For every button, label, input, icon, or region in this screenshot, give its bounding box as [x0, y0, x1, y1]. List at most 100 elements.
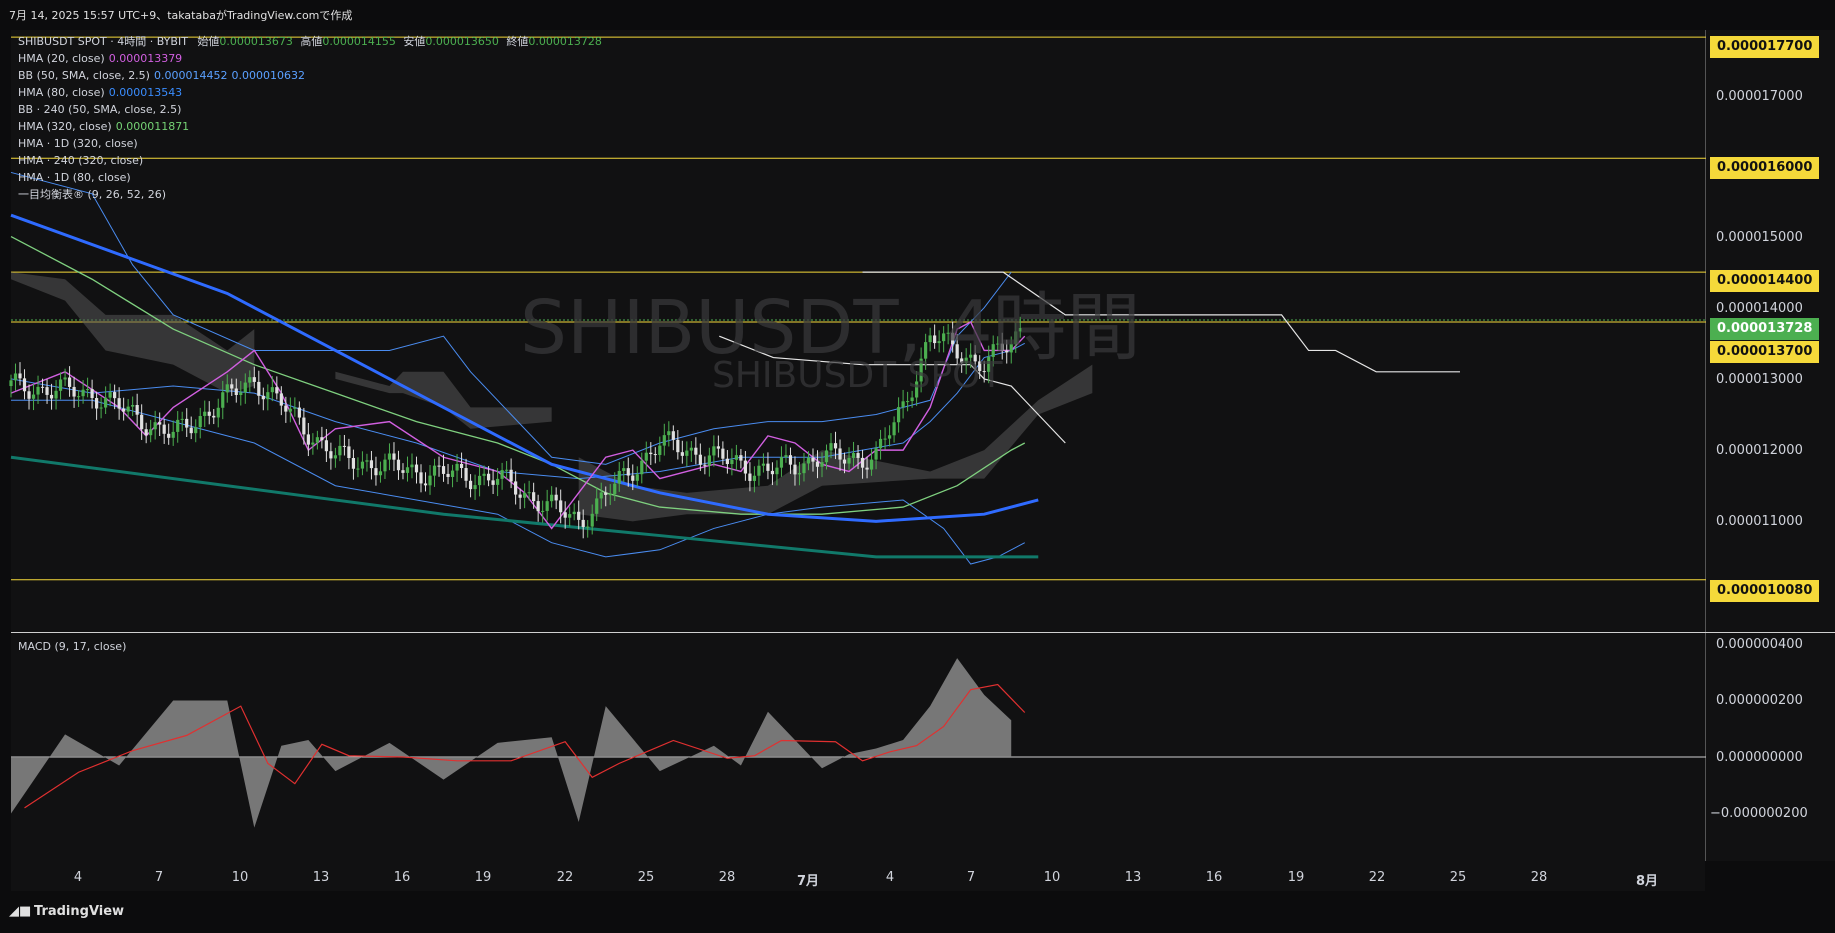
candle-body: [730, 459, 734, 465]
legend-indicator[interactable]: HMA · 1D (320, close): [18, 135, 602, 152]
candle-body: [351, 458, 356, 469]
candle-body: [405, 467, 410, 473]
indicator-name: HMA (80, close): [18, 86, 105, 99]
footer-brand[interactable]: TradingView: [34, 904, 124, 919]
candle-body: [806, 457, 811, 464]
current-price-label[interactable]: 0.000013728: [1710, 318, 1820, 340]
candle-body: [644, 452, 648, 461]
price-level-label[interactable]: 0.000013700: [1710, 341, 1820, 363]
candle-body: [856, 453, 860, 458]
legend-indicator[interactable]: HMA (320, close) 0.000011871: [18, 118, 602, 135]
price-level-label[interactable]: 0.000017700: [1710, 36, 1820, 58]
candle-body: [725, 458, 729, 465]
candle-body: [604, 492, 608, 495]
candle-body: [67, 377, 72, 387]
legend-indicator[interactable]: HMA · 240 (320, close): [18, 152, 602, 169]
time-tick: 25: [1449, 870, 1467, 885]
candle-body: [523, 492, 527, 498]
candle-body: [329, 451, 333, 459]
candle-body: [820, 462, 824, 467]
tradingview-logo-icon[interactable]: ◢■: [9, 904, 31, 919]
candle-body: [297, 407, 301, 418]
price-level-label[interactable]: 0.000010080: [1710, 580, 1820, 602]
indicator-name: HMA · 240 (320, close): [18, 154, 144, 167]
legend-indicator[interactable]: HMA (20, close) 0.000013379: [18, 50, 602, 67]
time-tick: 28: [718, 870, 736, 885]
watermark-sub: SHIBUSDT SPOT: [712, 355, 1003, 396]
candle-body: [99, 407, 103, 409]
candle-body: [752, 475, 757, 481]
time-tick: 19: [474, 870, 492, 885]
candle-body: [315, 437, 319, 443]
indicator-name: HMA · 1D (320, close): [18, 137, 138, 150]
candle-body: [288, 408, 292, 412]
price-level-label[interactable]: 0.000016000: [1710, 157, 1820, 179]
candle-body: [401, 470, 405, 473]
candle-body: [171, 431, 175, 438]
candle-body: [901, 401, 905, 408]
candle-body: [635, 474, 639, 481]
candle-body: [239, 392, 243, 395]
candle-body: [829, 443, 833, 451]
candle-body: [230, 384, 234, 389]
candle-body: [869, 459, 874, 470]
pane-separator[interactable]: [11, 632, 1835, 633]
legend-indicator[interactable]: HMA (80, close) 0.000013543: [18, 84, 602, 101]
candle-body: [306, 434, 310, 445]
candle-body: [685, 450, 689, 456]
candle-body: [207, 411, 211, 416]
candle-body: [712, 446, 716, 456]
candle-body: [383, 459, 387, 472]
legend-indicator[interactable]: HMA · 1D (80, close): [18, 169, 602, 186]
legend-indicator[interactable]: BB (50, SMA, close, 2.5) 0.000014452 0.000…: [18, 67, 602, 84]
candle-body: [505, 469, 509, 471]
candle-body: [626, 468, 630, 476]
candle-body: [108, 392, 112, 398]
macd-tick: 0.000000400: [1716, 637, 1803, 652]
time-tick: 13: [312, 870, 330, 885]
candle-body: [450, 470, 455, 477]
candle-body: [162, 424, 166, 434]
candle-body: [572, 511, 576, 515]
candle-body: [667, 431, 671, 436]
candle-body: [631, 475, 635, 481]
time-tick: 22: [1368, 870, 1386, 885]
legend-indicator[interactable]: BB · 240 (50, SMA, close, 2.5): [18, 101, 602, 118]
candle-body: [342, 445, 347, 447]
price-tick: 0.000015000: [1716, 230, 1803, 245]
candle-body: [320, 437, 324, 441]
candle-body: [865, 467, 869, 470]
candle-body: [22, 378, 27, 392]
candle-body: [689, 447, 693, 451]
candle-body: [468, 480, 473, 490]
time-tick: 10: [1043, 870, 1061, 885]
candle-body: [76, 396, 81, 398]
candle-body: [234, 388, 238, 395]
candle-body: [131, 404, 135, 407]
candle-body: [757, 465, 761, 476]
macd-legend[interactable]: MACD (9, 17, close): [18, 640, 126, 653]
legend-high-label: 高値: [300, 35, 323, 48]
candle-body: [860, 457, 865, 468]
indicator-name: BB (50, SMA, close, 2.5): [18, 69, 150, 82]
time-tick: 22: [556, 870, 574, 885]
candle-body: [536, 501, 540, 512]
candle-body: [266, 392, 270, 400]
candle-body: [874, 448, 878, 460]
candle-body: [153, 422, 157, 430]
candle-body: [838, 448, 842, 460]
price-level-label[interactable]: 0.000014400: [1710, 270, 1820, 292]
legend-title-row[interactable]: SHIBUSDT SPOT · 4時間 · BYBIT 始値0.00001367…: [18, 33, 602, 50]
candle-body: [428, 475, 432, 486]
candle-body: [437, 465, 441, 467]
candle-body: [761, 463, 766, 466]
candle-body: [293, 407, 297, 409]
candle-body: [514, 481, 518, 495]
candle-body: [90, 389, 94, 399]
time-tick: 7: [966, 870, 976, 885]
candle-body: [158, 422, 162, 425]
candle-body: [58, 379, 63, 391]
legend-indicator[interactable]: 一目均衡表® (9, 26, 52, 26): [18, 186, 602, 203]
candle-body: [676, 439, 680, 453]
candle-body: [491, 480, 495, 485]
